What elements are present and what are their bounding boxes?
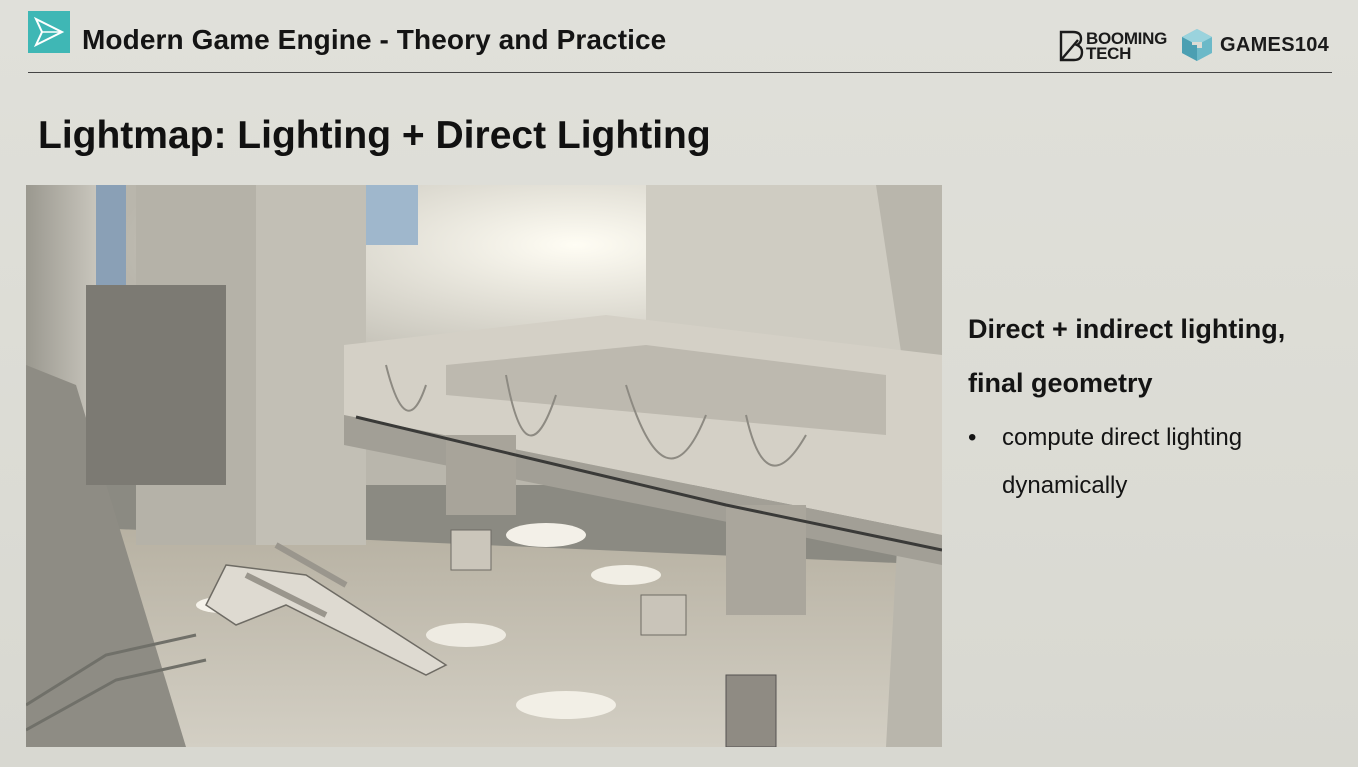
paper-plane-icon [28, 11, 70, 53]
course-title: Modern Game Engine - Theory and Practice [82, 24, 667, 55]
bullet-text: compute direct lighting dynamically [1002, 424, 1243, 499]
slide: Modern Game Engine - Theory and Practice… [0, 0, 1358, 767]
list-item: • compute direct lighting dynamically [968, 414, 1348, 510]
side-heading-line1: Direct + indirect lighting, [968, 314, 1286, 344]
booming-line2: TECH [1086, 44, 1132, 63]
lightmap-scene-image [26, 185, 942, 747]
games104-text: GAMES104 [1220, 33, 1330, 56]
lighting-description: Direct + indirect lighting, final geomet… [968, 302, 1348, 510]
games104-logo: GAMES104 [1180, 27, 1329, 63]
header-divider [28, 72, 1332, 73]
booming-b-icon [1059, 30, 1084, 62]
bullet-marker: • [968, 424, 977, 451]
games-cube-icon [1182, 29, 1212, 61]
side-heading-line2: final geometry [968, 368, 1153, 398]
booming-tech-logo: BOOMING TECH [1058, 30, 1167, 62]
page-title: Lightmap: Lighting + Direct Lighting [38, 114, 711, 157]
